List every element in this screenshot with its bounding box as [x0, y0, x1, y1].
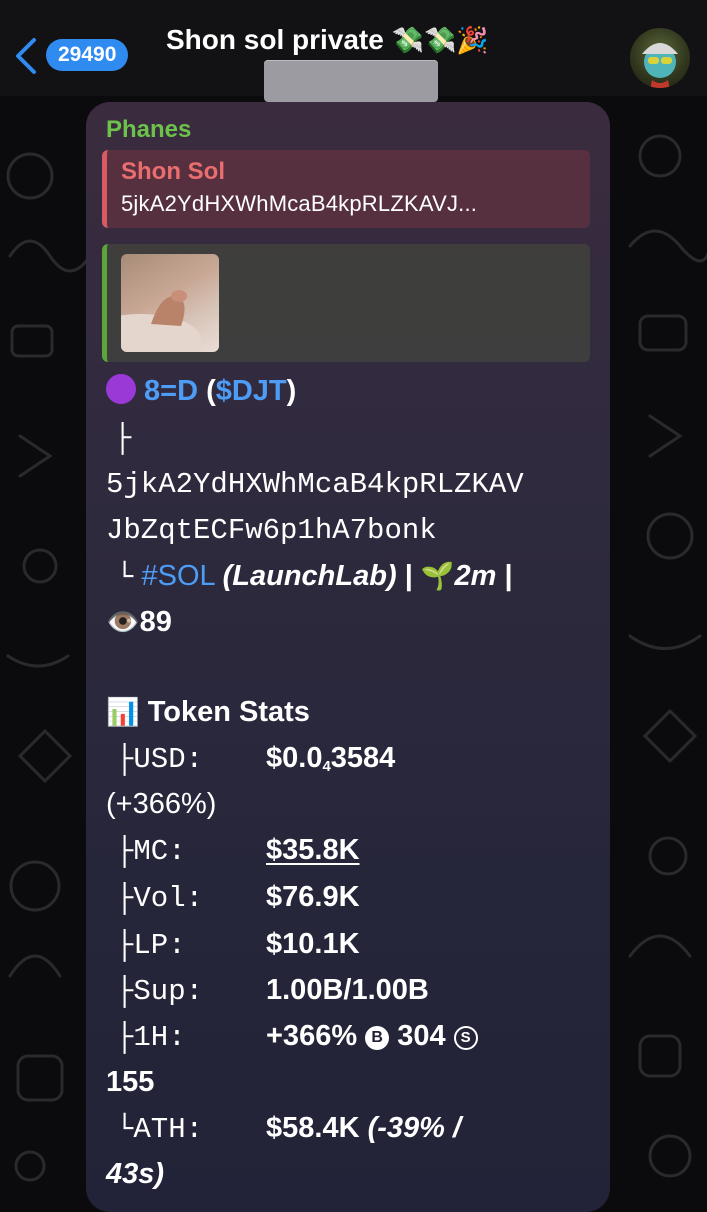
contract-address-line2[interactable]: JbZqtECFw6p1hA7bonk: [106, 514, 437, 547]
buy-icon: B: [365, 1026, 390, 1050]
chat-avatar[interactable]: [630, 28, 690, 88]
message-bubble[interactable]: Phanes Shon Sol 5jkA2YdHXWhMcaB4kpRLZKAV…: [86, 102, 610, 1212]
views-line: 👁️89: [106, 606, 172, 639]
tree-branch: ├: [114, 422, 132, 455]
paren-open: (: [198, 375, 216, 407]
stat-sup: ├Sup: 1.00B/1.00B: [116, 974, 429, 1008]
sender-name[interactable]: Phanes: [106, 116, 191, 144]
chat-title-text: Shon sol private: [166, 24, 384, 55]
bar-chart-icon: 📊: [106, 697, 140, 727]
seedling-icon: 🌱: [420, 561, 455, 591]
separator-2: |: [504, 560, 513, 592]
chat-title[interactable]: Shon sol private 💸💸🎉: [166, 24, 489, 56]
stat-1h: ├1H: +366% B 304 S: [116, 1020, 478, 1054]
unread-count-badge[interactable]: 29490: [46, 39, 129, 71]
token-age: 2m: [454, 560, 497, 592]
usd-value: $0.043584: [266, 742, 396, 775]
mc-value-link[interactable]: $35.8K: [266, 834, 360, 866]
stat-mc: ├MC: $35.8K: [116, 834, 360, 868]
usd-label: ├USD:: [116, 743, 204, 776]
stat-lp: ├LP: $10.1K: [116, 928, 360, 962]
ath-label: └ATH:: [116, 1113, 204, 1146]
media-reply-quote[interactable]: [102, 244, 590, 362]
stats-heading: 📊 Token Stats: [106, 696, 310, 729]
stats-title: Token Stats: [147, 696, 310, 728]
platform-label: (LaunchLab): [222, 560, 397, 592]
token-name-link[interactable]: 8=D: [144, 375, 198, 407]
sup-value: 1.00B/1.00B: [266, 974, 429, 1006]
tree-end: └: [116, 561, 134, 594]
ath-change-b: 43s): [106, 1158, 165, 1190]
h1-change: +366%: [266, 1020, 358, 1052]
reply-text: 5jkA2YdHXWhMcaB4kpRLZKAVJ...: [121, 191, 478, 216]
mc-label: ├MC:: [116, 835, 186, 868]
sell-icon: S: [453, 1026, 478, 1050]
lp-value: $10.1K: [266, 928, 360, 960]
usd-change: (+366%): [106, 788, 217, 820]
token-line: 8=D ($DJT): [106, 374, 296, 408]
stat-vol: ├Vol: $76.9K: [116, 881, 360, 915]
h1-buys: 304: [397, 1020, 446, 1052]
redacted-overlay: [264, 60, 438, 102]
h1-sells: 155: [106, 1066, 155, 1098]
sup-label: ├Sup:: [116, 975, 204, 1008]
token-circle-icon: [106, 374, 136, 404]
stat-ath: └ATH: $58.4K (-39% /: [116, 1112, 461, 1146]
ath-value: $58.4K: [266, 1112, 360, 1144]
chain-hashtag[interactable]: #SOL: [141, 560, 214, 592]
ticker-link[interactable]: $DJT: [216, 375, 287, 407]
chain-line: └ #SOL (LaunchLab) | 🌱2m |: [116, 560, 513, 594]
eye-icon: 👁️: [106, 607, 140, 637]
chat-title-emojis: 💸💸🎉: [391, 25, 489, 55]
usd-value-subscript: 4: [322, 758, 331, 775]
vol-label: ├Vol:: [116, 882, 204, 915]
stat-usd: ├USD: $0.043584: [116, 742, 395, 776]
reply-author: Shon Sol: [121, 158, 225, 185]
contract-address-line1[interactable]: 5jkA2YdHXWhMcaB4kpRLZKAV: [106, 468, 524, 501]
paren-close: ): [286, 375, 297, 407]
lp-label: ├LP:: [116, 929, 186, 962]
separator: |: [404, 560, 413, 592]
back-arrow-icon[interactable]: [12, 36, 42, 76]
ath-change-a: (-39% /: [367, 1112, 462, 1144]
usd-value-suffix: 3584: [330, 742, 396, 774]
usd-value-prefix: $0.0: [266, 742, 323, 774]
media-thumbnail: [121, 254, 219, 352]
vol-value: $76.9K: [266, 881, 360, 913]
views-count: 89: [139, 606, 172, 638]
reply-quote[interactable]: Shon Sol 5jkA2YdHXWhMcaB4kpRLZKAVJ...: [102, 150, 590, 228]
h1-label: ├1H:: [116, 1021, 186, 1054]
